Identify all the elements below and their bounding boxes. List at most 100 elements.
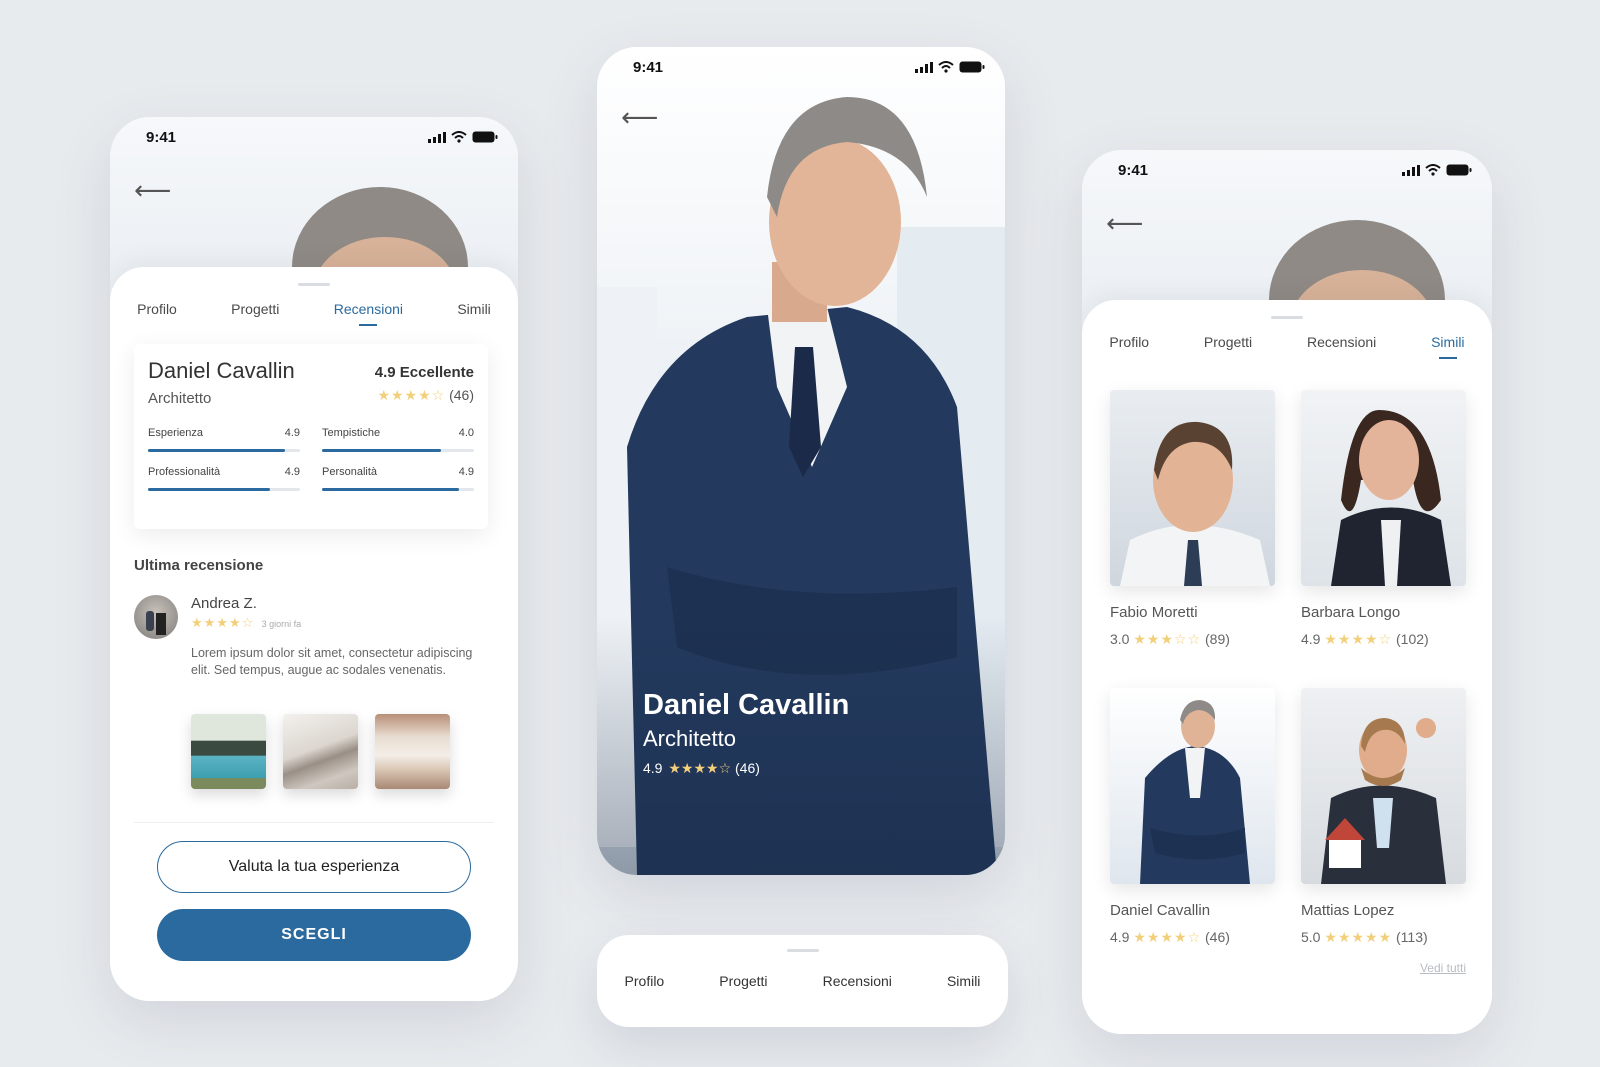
battery-icon bbox=[1446, 164, 1472, 176]
sheet-handle[interactable] bbox=[1271, 316, 1303, 319]
see-all-link[interactable]: Vedi tutti bbox=[1420, 961, 1466, 975]
profile-review-count: (102) bbox=[1396, 631, 1429, 647]
profile-name: Daniel Cavallin bbox=[1110, 902, 1211, 919]
profile-stars: ★★★★☆ bbox=[1133, 929, 1202, 945]
back-arrow-icon[interactable]: ⟵ bbox=[134, 177, 171, 203]
back-arrow-icon[interactable]: ⟵ bbox=[1106, 210, 1143, 236]
profile-card[interactable]: Fabio Moretti 3.0 ★★★☆☆ (89) bbox=[1110, 390, 1275, 648]
tab-bar: Profilo Progetti Recensioni Simili bbox=[1082, 334, 1492, 350]
tab-bar: Profilo Progetti Recensioni Simili bbox=[110, 301, 518, 317]
profile-stars: ★★★★☆ bbox=[1324, 631, 1393, 647]
profile-rating: 4.9 bbox=[1301, 631, 1321, 647]
tab-progetti[interactable]: Progetti bbox=[231, 301, 279, 317]
metric-bar bbox=[322, 449, 474, 452]
left-phone-screen: 9:41 ⟵ Profilo Progetti Recensioni Simil… bbox=[110, 117, 518, 1001]
tab-profilo[interactable]: Profilo bbox=[625, 973, 665, 989]
profile-review-count: (46) bbox=[1205, 929, 1230, 945]
review-author: Andrea Z. bbox=[191, 595, 257, 612]
project-photo-pool[interactable] bbox=[191, 714, 266, 789]
metric-label: Tempistiche bbox=[322, 427, 381, 439]
profile-rating: 5.0 bbox=[1301, 929, 1321, 945]
status-time: 9:41 bbox=[146, 128, 177, 146]
metric-bar bbox=[148, 449, 300, 452]
profile-name: Mattias Lopez bbox=[1301, 902, 1395, 919]
hero-review-count: (46) bbox=[735, 760, 760, 776]
rating-card: Daniel Cavallin Architetto 4.9 Eccellent… bbox=[134, 344, 488, 529]
status-bar: 9:41 bbox=[597, 47, 1005, 87]
middle-tab-card: Profilo Progetti Recensioni Simili bbox=[597, 935, 1008, 1027]
tab-simili[interactable]: Simili bbox=[947, 973, 980, 989]
metric-value: 4.9 bbox=[284, 427, 300, 439]
profile-rating: 3.0 bbox=[1110, 631, 1130, 647]
latest-review-title: Ultima recensione bbox=[134, 557, 264, 574]
status-time: 9:41 bbox=[1118, 161, 1149, 179]
metric-bar-fill bbox=[322, 488, 459, 491]
profile-photo bbox=[1110, 390, 1275, 586]
metric-bar bbox=[322, 488, 474, 491]
project-photo-kitchen[interactable] bbox=[283, 714, 358, 789]
divider bbox=[134, 822, 494, 823]
profile-stars: ★★★☆☆ bbox=[1133, 631, 1202, 647]
profile-photo bbox=[1110, 688, 1275, 884]
review-photos bbox=[191, 714, 450, 789]
hero-stars: ★★★★☆ bbox=[668, 760, 732, 776]
review-stars: ★★★★☆ bbox=[191, 615, 255, 630]
profile-card[interactable]: Daniel Cavallin 4.9 ★★★★☆ (46) bbox=[1110, 688, 1275, 946]
profile-photo bbox=[1301, 390, 1466, 586]
wifi-icon bbox=[451, 131, 467, 143]
avatar bbox=[134, 595, 178, 639]
metric-esperienza: Esperienza 4.9 bbox=[148, 427, 300, 452]
choose-button[interactable]: SCEGLI bbox=[157, 909, 471, 961]
metric-bar-fill bbox=[148, 488, 270, 491]
tab-recensioni[interactable]: Recensioni bbox=[334, 301, 403, 317]
status-icons bbox=[428, 131, 498, 143]
metric-professionalita: Professionalità 4.9 bbox=[148, 466, 300, 491]
signal-icon bbox=[1402, 164, 1420, 176]
metric-label: Personalità bbox=[322, 466, 378, 478]
tab-simili[interactable]: Simili bbox=[457, 301, 490, 317]
wifi-icon bbox=[938, 61, 954, 73]
profile-stars: ★★★★★ bbox=[1324, 929, 1393, 945]
profile-card[interactable]: Barbara Longo 4.9 ★★★★☆ (102) bbox=[1301, 390, 1466, 648]
hero-rating: 4.9 bbox=[643, 760, 663, 776]
status-time: 9:41 bbox=[633, 58, 664, 76]
hero-name: Daniel Cavallin bbox=[643, 689, 850, 721]
signal-icon bbox=[428, 131, 446, 143]
metric-value: 4.0 bbox=[458, 427, 474, 439]
hero-info: Daniel Cavallin Architetto 4.9 ★★★★☆ (46… bbox=[643, 689, 849, 777]
right-phone-screen: 9:41 ⟵ Profilo Progetti Recensioni Simil… bbox=[1082, 150, 1492, 1034]
similar-grid: Fabio Moretti 3.0 ★★★☆☆ (89) Barbara Lon… bbox=[1110, 390, 1466, 946]
status-icons bbox=[1402, 164, 1472, 176]
review-text: Lorem ipsum dolor sit amet, consectetur … bbox=[191, 646, 473, 677]
sheet-handle[interactable] bbox=[786, 949, 819, 952]
middle-phone-screen: 9:41 ⟵ Daniel Cavallin Architetto 4.9 ★★… bbox=[597, 47, 1005, 875]
tab-progetti[interactable]: Progetti bbox=[1204, 334, 1252, 350]
tab-progetti[interactable]: Progetti bbox=[719, 973, 767, 989]
profile-photo bbox=[1301, 688, 1466, 884]
wifi-icon bbox=[1425, 164, 1441, 176]
profile-review-count: (113) bbox=[1396, 929, 1428, 945]
sheet-handle[interactable] bbox=[298, 283, 330, 286]
tab-recensioni[interactable]: Recensioni bbox=[1307, 334, 1376, 350]
metric-bar bbox=[148, 488, 300, 491]
overall-review-count: (46) bbox=[449, 387, 474, 403]
rate-experience-button[interactable]: Valuta la tua esperienza bbox=[157, 841, 471, 893]
project-photo-living[interactable] bbox=[375, 714, 450, 789]
status-bar: 9:41 bbox=[110, 117, 518, 157]
architect-name: Daniel Cavallin bbox=[148, 358, 295, 383]
tab-profilo[interactable]: Profilo bbox=[137, 301, 177, 317]
profile-name: Fabio Moretti bbox=[1110, 604, 1198, 621]
metric-value: 4.9 bbox=[284, 466, 300, 478]
overall-score: 4.9 Eccellente bbox=[374, 364, 474, 381]
hero-role: Architetto bbox=[643, 726, 736, 751]
tab-simili[interactable]: Simili bbox=[1431, 334, 1464, 350]
profile-name: Barbara Longo bbox=[1301, 604, 1401, 621]
tab-profilo[interactable]: Profilo bbox=[1109, 334, 1149, 350]
status-bar: 9:41 bbox=[1082, 150, 1492, 190]
profile-card[interactable]: Mattias Lopez 5.0 ★★★★★ (113) bbox=[1301, 688, 1466, 946]
review-time: 3 giorni fa bbox=[261, 619, 302, 629]
battery-icon bbox=[472, 131, 498, 143]
back-arrow-icon[interactable]: ⟵ bbox=[621, 104, 658, 130]
overall-stars: ★★★★☆ bbox=[377, 387, 446, 403]
tab-recensioni[interactable]: Recensioni bbox=[823, 973, 892, 989]
